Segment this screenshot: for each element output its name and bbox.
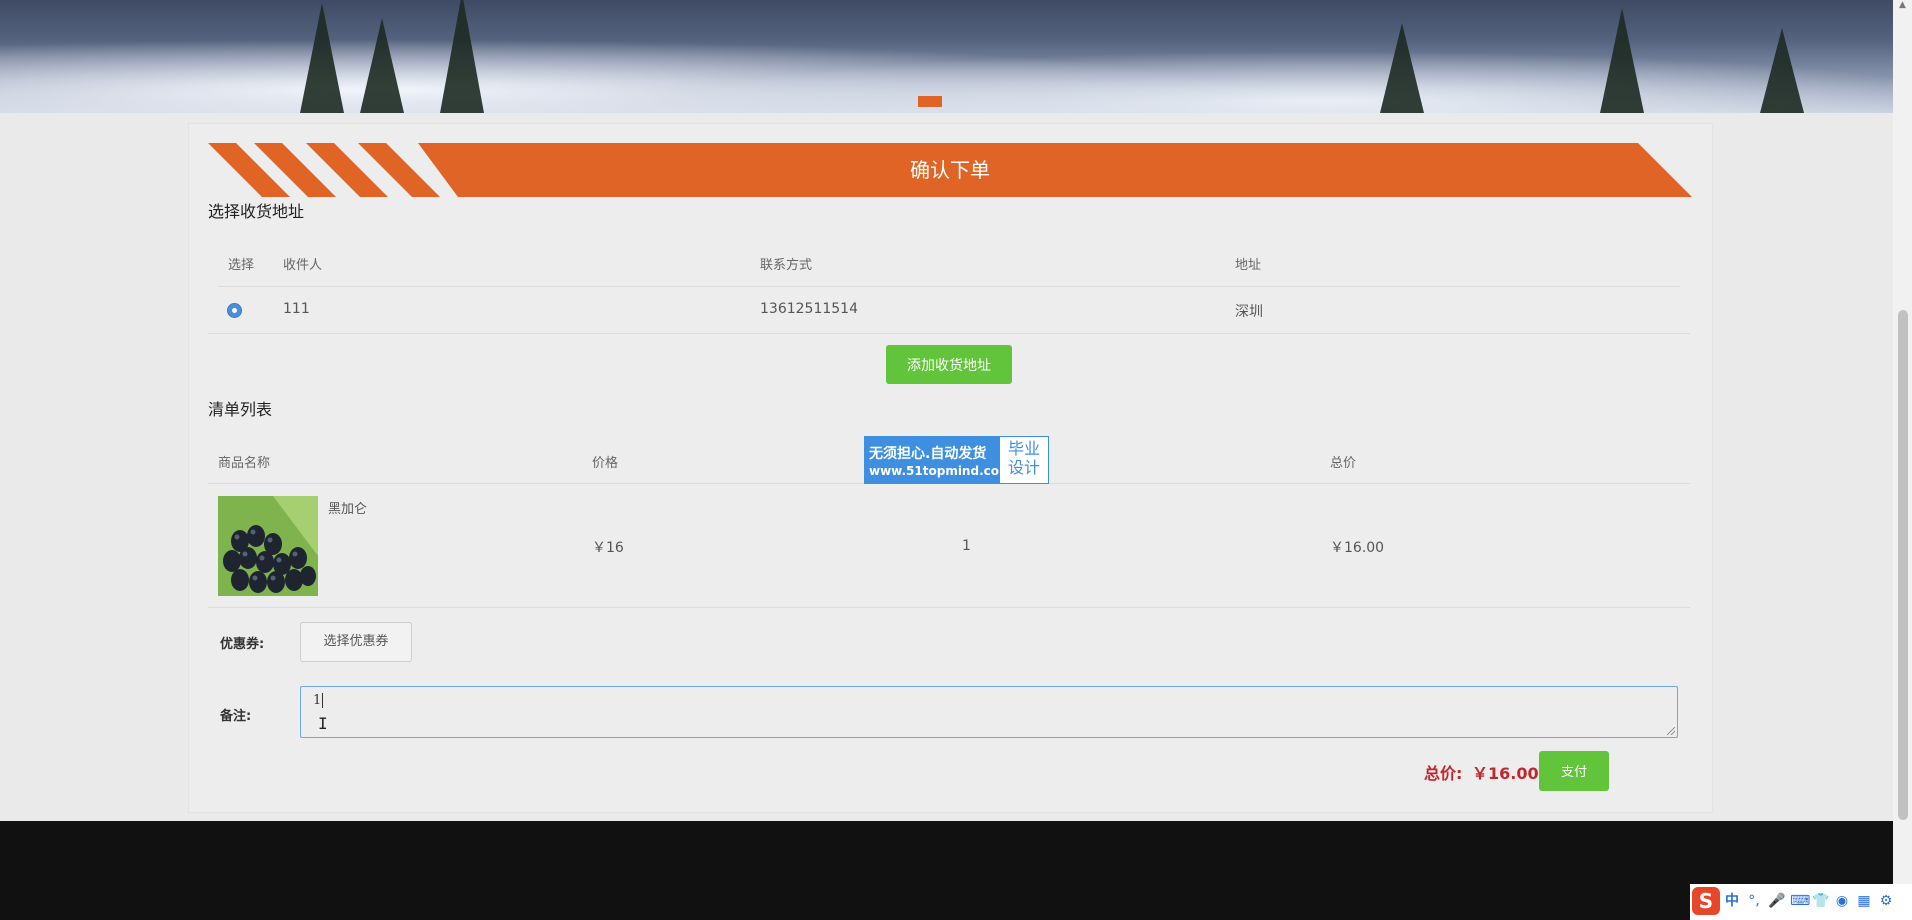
ime-toolbar: S 中 °, 🎤 ⌨ 👕 ◉ ▦ ⚙: [1690, 884, 1912, 920]
select-coupon-button[interactable]: 选择优惠券: [300, 622, 412, 662]
col-address: 地址: [1235, 258, 1262, 273]
assistant-icon[interactable]: ◉: [1834, 892, 1850, 910]
divider: [208, 607, 1690, 608]
coupon-label: 优惠券:: [220, 637, 265, 652]
carousel-indicator[interactable]: [918, 96, 942, 107]
text-caret: ​: [322, 693, 324, 708]
add-address-button[interactable]: 添加收货地址: [886, 345, 1012, 384]
divider: [208, 333, 1690, 334]
address-contact: 13612511514: [760, 301, 858, 317]
watermark-side: 毕业 设计: [1007, 439, 1040, 477]
banner-tree: [1760, 28, 1804, 113]
order-header: 确认下单: [208, 143, 1692, 197]
col-product-name: 商品名称: [218, 456, 271, 471]
order-total: 总价: ￥16.00: [1424, 760, 1539, 784]
col-select: 选择: [228, 258, 255, 273]
banner-tree: [1600, 8, 1644, 113]
total-label: 总价:: [1424, 764, 1463, 783]
blackcurrant-image: [218, 496, 318, 596]
scrollbar[interactable]: ▲: [1893, 0, 1912, 920]
total-value: ￥16.00: [1471, 764, 1539, 783]
product-image[interactable]: [218, 496, 318, 596]
items-section-title: 清单列表: [208, 400, 273, 419]
watermark-line1: 无须担心.自动发货: [869, 446, 987, 462]
ime-mode[interactable]: 中: [1724, 892, 1740, 910]
divider: [218, 286, 1680, 287]
remark-value: 1: [313, 693, 322, 708]
punctuation-icon[interactable]: °,: [1746, 892, 1762, 910]
toolbox-icon[interactable]: ▦: [1856, 892, 1872, 910]
col-contact: 联系方式: [760, 258, 813, 273]
banner-tree: [440, 0, 484, 113]
address-section-title: 选择收货地址: [208, 202, 305, 221]
banner-tree: [300, 3, 344, 113]
watermark-left: 无须担心.自动发货 www.51topmind.com: [865, 437, 1012, 483]
scrollbar-thumb[interactable]: [1898, 310, 1908, 820]
address-radio[interactable]: [228, 304, 241, 317]
product-name[interactable]: 黑加仑: [328, 498, 367, 517]
page-title: 确认下单: [910, 158, 990, 182]
hero-banner: [0, 0, 1893, 113]
col-total: 总价: [1330, 456, 1357, 471]
keyboard-icon[interactable]: ⌨: [1790, 892, 1810, 910]
settings-icon[interactable]: ⚙: [1878, 892, 1894, 910]
pay-button[interactable]: 支付: [1539, 751, 1609, 791]
sogou-logo-icon[interactable]: S: [1692, 887, 1720, 915]
remark-textarea[interactable]: 1​: [300, 686, 1678, 738]
address-location: 深圳: [1235, 304, 1263, 320]
ibeam-cursor: I: [318, 714, 328, 733]
banner-tree: [360, 18, 404, 113]
scroll-up-icon[interactable]: ▲: [1897, 0, 1908, 11]
banner-tree: [1380, 23, 1424, 113]
address-recipient: 111: [283, 301, 310, 317]
resize-handle[interactable]: [1667, 727, 1675, 735]
remark-label: 备注:: [220, 709, 252, 724]
page-footer: [0, 821, 1912, 920]
col-price: 价格: [592, 456, 619, 471]
watermark-badge: 无须担心.自动发货 www.51topmind.com 毕业 设计: [864, 436, 1049, 484]
product-total: ￥16.00: [1330, 540, 1385, 556]
col-recipient: 收件人: [283, 258, 323, 273]
skin-icon[interactable]: 👕: [1812, 892, 1829, 910]
microphone-icon[interactable]: 🎤: [1768, 892, 1785, 910]
product-price: ￥16: [592, 540, 624, 556]
watermark-line2: www.51topmind.com: [869, 464, 1012, 478]
product-quantity: 1: [962, 538, 971, 554]
